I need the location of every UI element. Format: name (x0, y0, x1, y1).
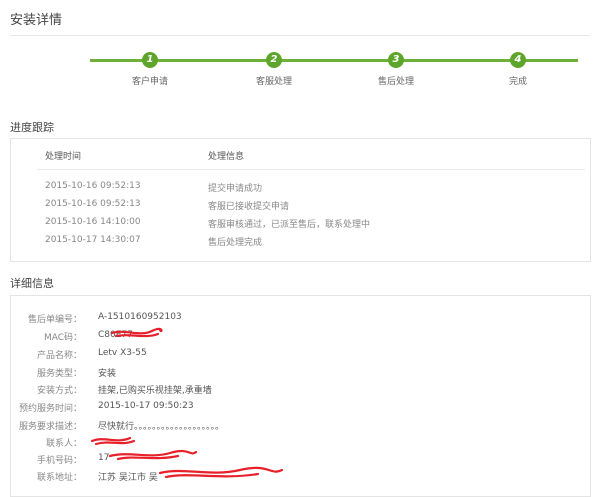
redaction-mac (110, 327, 163, 338)
redaction-strokes (90, 327, 284, 479)
redaction-phone (108, 449, 198, 461)
redaction-address (158, 466, 284, 479)
redaction-scribbles (90, 327, 284, 479)
redaction-contact (90, 436, 136, 446)
